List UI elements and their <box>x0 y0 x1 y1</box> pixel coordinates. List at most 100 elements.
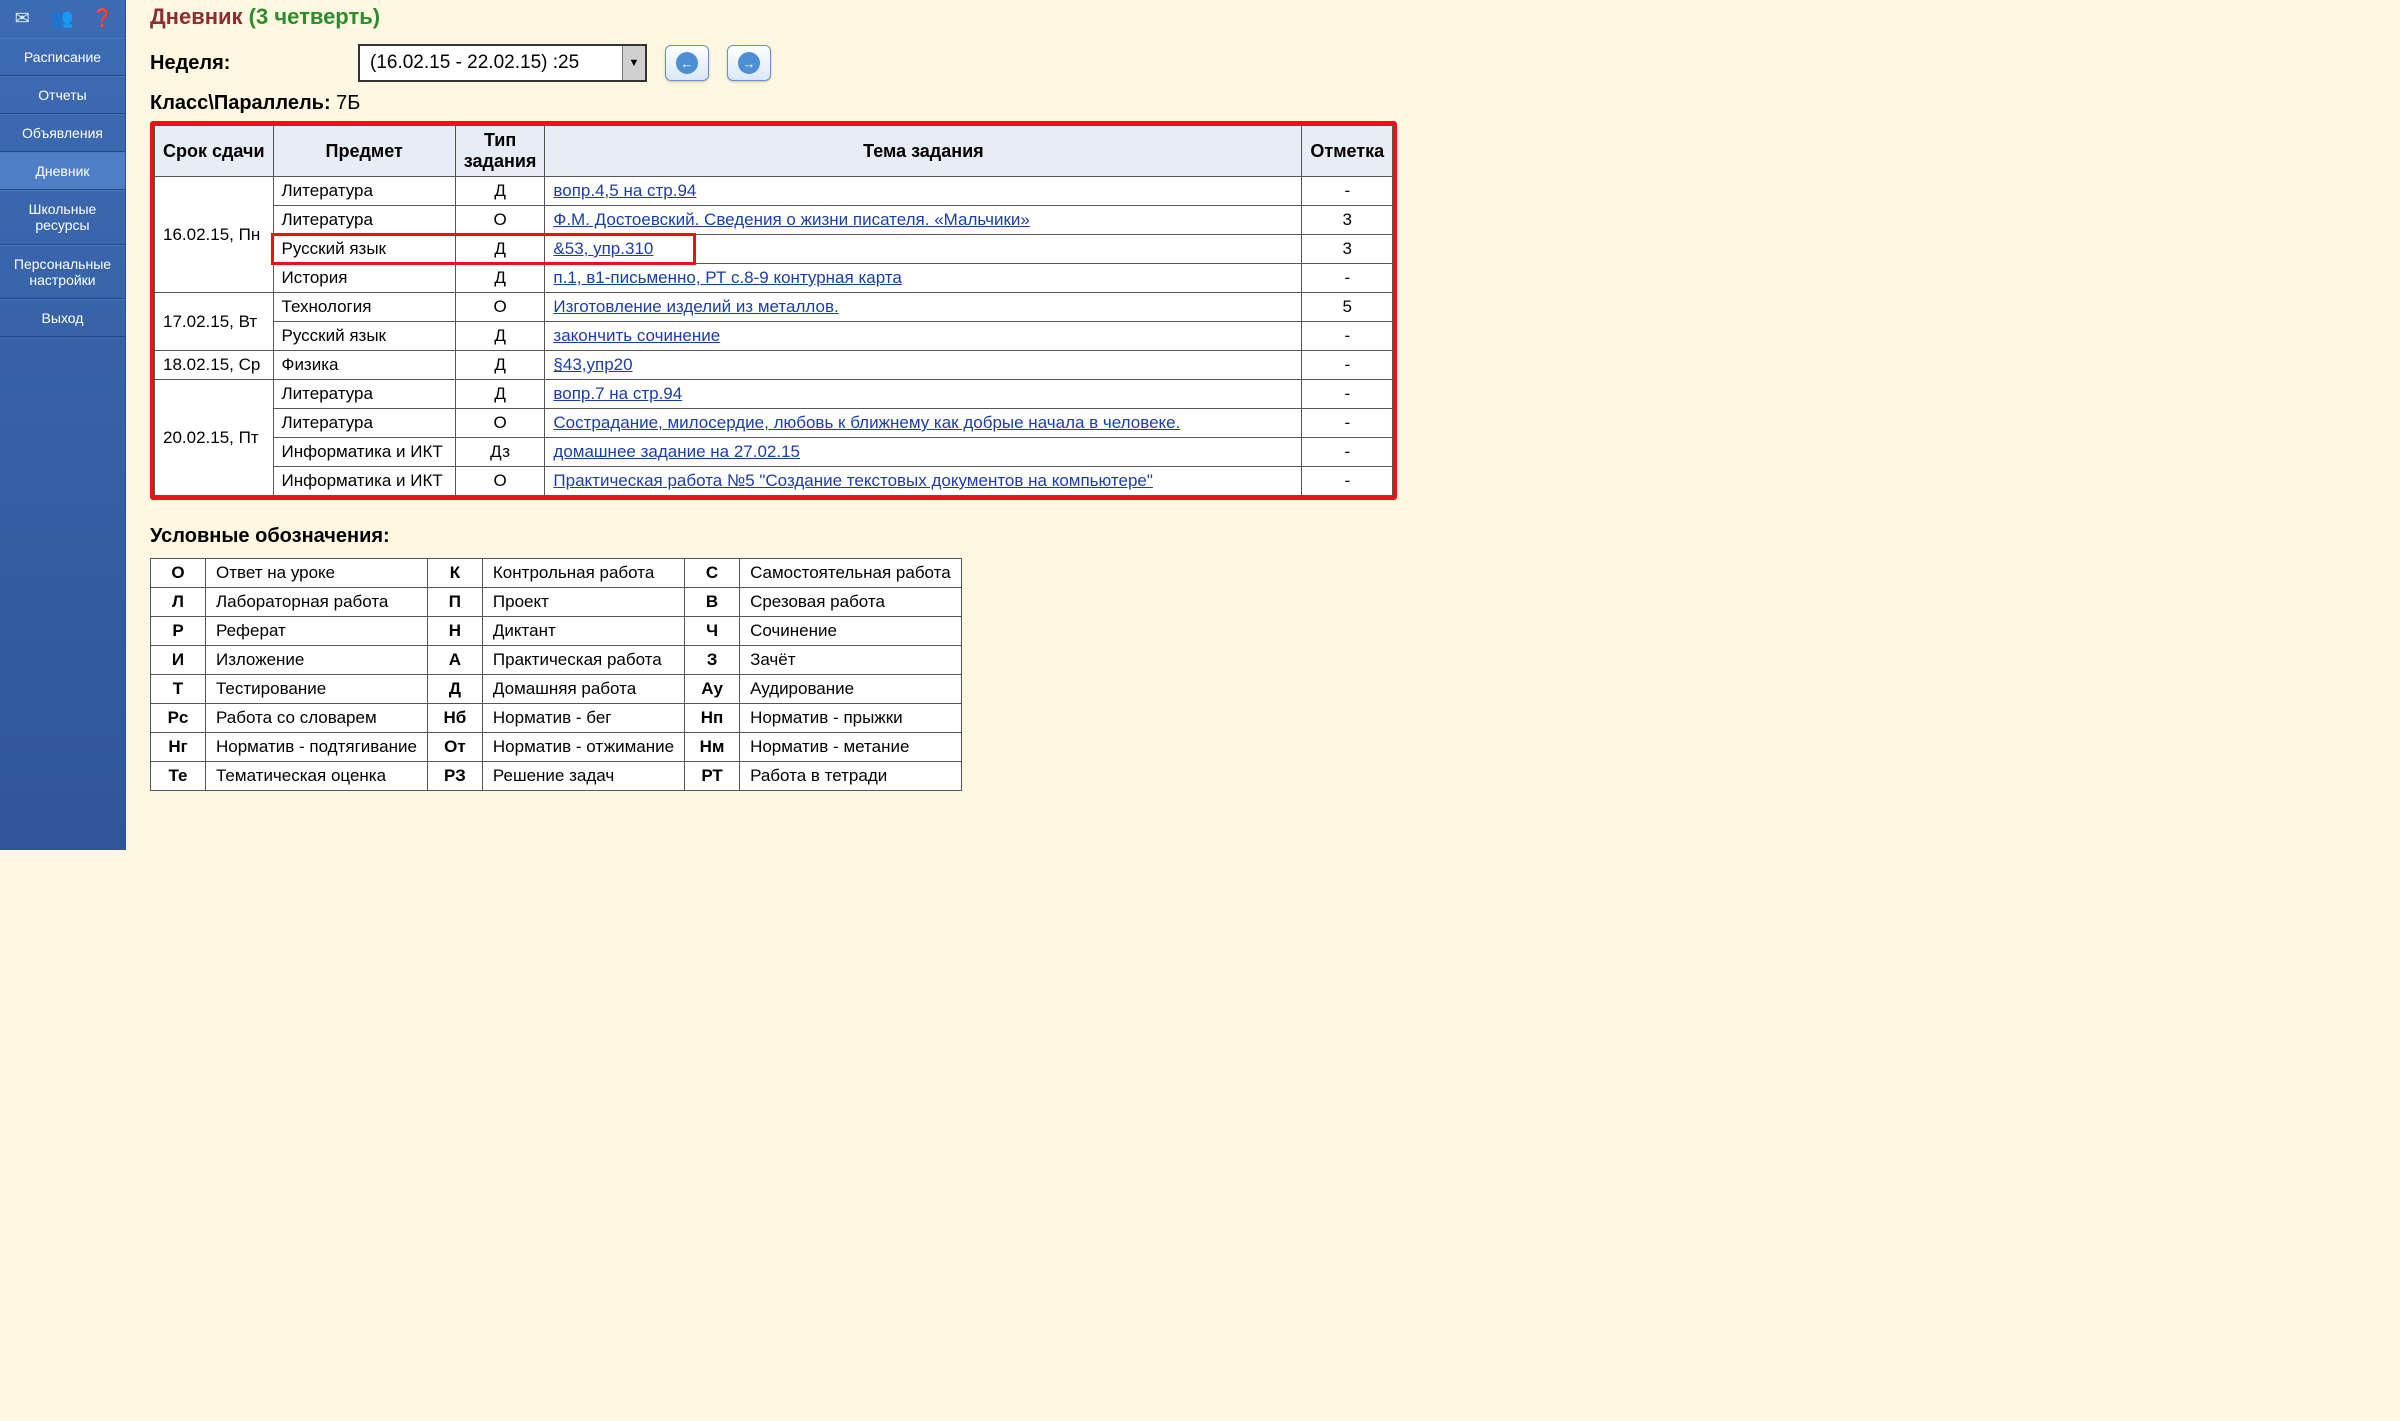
legend-row: ИИзложениеАПрактическая работаЗЗачёт <box>151 646 962 675</box>
table-row: Русский языкД&53, упр.310 3 <box>155 235 1393 264</box>
table-row: Информатика и ИКТДздомашнее задание на 2… <box>155 438 1393 467</box>
mark-cell: 3 <box>1302 235 1393 264</box>
legend-code: В <box>685 588 740 617</box>
type-cell: Д <box>455 235 545 264</box>
table-row: 17.02.15, ВтТехнологияОИзготовление изде… <box>155 293 1393 322</box>
date-cell: 20.02.15, Пт <box>155 380 274 496</box>
topic-link[interactable]: Практическая работа №5 "Создание текстов… <box>553 471 1153 490</box>
table-row: Информатика и ИКТОПрактическая работа №5… <box>155 467 1393 496</box>
legend-row: НгНорматив - подтягиваниеОтНорматив - от… <box>151 733 962 762</box>
sidebar-item-6[interactable]: Выход <box>0 299 125 337</box>
topic-link[interactable]: домашнее задание на 27.02.15 <box>553 442 800 461</box>
legend-code: К <box>427 559 482 588</box>
topic-link[interactable]: Сострадание, милосердие, любовь к ближне… <box>553 413 1180 432</box>
table-row: 20.02.15, ПтЛитератураДвопр.7 на стр.94- <box>155 380 1393 409</box>
help-icon[interactable]: ❓ <box>89 4 117 32</box>
topic-link[interactable]: вопр.7 на стр.94 <box>553 384 682 403</box>
legend-text: Домашняя работа <box>482 675 684 704</box>
subject-cell: История <box>273 264 455 293</box>
sidebar-item-4[interactable]: Школьные ресурсы <box>0 190 125 244</box>
legend-code: Ч <box>685 617 740 646</box>
topic-cell: вопр.4,5 на стр.94 <box>545 177 1302 206</box>
page-title: Дневник (3 четверть) <box>150 4 2386 30</box>
sidebar-item-1[interactable]: Отчеты <box>0 76 125 114</box>
topic-link[interactable]: §43,упр20 <box>553 355 632 374</box>
legend-row: ТеТематическая оценкаРЗРешение задачРТРа… <box>151 762 962 791</box>
topic-cell: Сострадание, милосердие, любовь к ближне… <box>545 409 1302 438</box>
topic-link[interactable]: &53, упр.310 <box>553 239 653 258</box>
topic-link[interactable]: Изготовление изделий из металлов. <box>553 297 838 316</box>
table-row: ИсторияДп.1, в1-письменно, РТ с.8-9 конт… <box>155 264 1393 293</box>
mail-icon[interactable]: ✉ <box>8 4 36 32</box>
sidebar-item-3[interactable]: Дневник <box>0 152 125 190</box>
table-row: ЛитератураОФ.М. Достоевский. Сведения о … <box>155 206 1393 235</box>
legend-code: Т <box>151 675 206 704</box>
legend-text: Лабораторная работа <box>206 588 428 617</box>
legend-text: Сочинение <box>740 617 962 646</box>
type-cell: Д <box>455 351 545 380</box>
legend-code: З <box>685 646 740 675</box>
assign-col-2: Тип задания <box>455 126 545 177</box>
topic-cell: &53, упр.310 <box>545 235 1302 264</box>
mark-cell: - <box>1302 467 1393 496</box>
legend-code: Нм <box>685 733 740 762</box>
legend-code: Л <box>151 588 206 617</box>
page-title-term: (3 четверть) <box>249 4 380 29</box>
legend-text: Практическая работа <box>482 646 684 675</box>
class-line: Класс\Параллель: 7Б <box>150 92 2386 115</box>
sidebar-item-2[interactable]: Объявления <box>0 114 125 152</box>
topic-cell: закончить сочинение <box>545 322 1302 351</box>
assignments-table: Срок сдачиПредметТип заданияТема задания… <box>154 125 1393 496</box>
legend-title: Условные обозначения: <box>150 525 2386 548</box>
legend-text: Тестирование <box>206 675 428 704</box>
date-cell: 16.02.15, Пн <box>155 177 274 293</box>
topic-cell: Ф.М. Достоевский. Сведения о жизни писат… <box>545 206 1302 235</box>
subject-cell: Русский язык <box>273 235 455 264</box>
sidebar: ✉ 👥 ❓ РасписаниеОтчетыОбъявленияДневникШ… <box>0 0 126 850</box>
topic-cell: вопр.7 на стр.94 <box>545 380 1302 409</box>
topic-cell: Практическая работа №5 "Создание текстов… <box>545 467 1302 496</box>
mark-cell: - <box>1302 351 1393 380</box>
prev-week-button[interactable]: ← <box>665 45 709 81</box>
users-icon[interactable]: 👥 <box>48 4 76 32</box>
legend-text: Ответ на уроке <box>206 559 428 588</box>
legend-row: ТТестированиеДДомашняя работаАуАудирован… <box>151 675 962 704</box>
topic-link[interactable]: закончить сочинение <box>553 326 720 345</box>
date-cell: 17.02.15, Вт <box>155 293 274 351</box>
legend-code: А <box>427 646 482 675</box>
legend-code: О <box>151 559 206 588</box>
topic-link[interactable]: Ф.М. Достоевский. Сведения о жизни писат… <box>553 210 1029 229</box>
legend-text: Проект <box>482 588 684 617</box>
legend-text: Норматив - бег <box>482 704 684 733</box>
sidebar-item-5[interactable]: Персональные настройки <box>0 245 125 299</box>
topic-cell: §43,упр20 <box>545 351 1302 380</box>
chevron-down-icon[interactable]: ▼ <box>622 46 645 80</box>
legend-code: РТ <box>685 762 740 791</box>
class-value: 7Б <box>336 92 360 114</box>
table-row: 16.02.15, ПнЛитератураДвопр.4,5 на стр.9… <box>155 177 1393 206</box>
subject-cell: Физика <box>273 351 455 380</box>
next-week-button[interactable]: → <box>727 45 771 81</box>
sidebar-item-0[interactable]: Расписание <box>0 38 125 76</box>
legend-code: С <box>685 559 740 588</box>
sidebar-icons: ✉ 👥 ❓ <box>0 0 125 38</box>
week-label: Неделя: <box>150 52 340 75</box>
arrow-left-icon: ← <box>676 52 698 74</box>
class-label: Класс\Параллель: <box>150 92 331 114</box>
mark-cell: - <box>1302 322 1393 351</box>
mark-cell: - <box>1302 380 1393 409</box>
legend-table: ООтвет на урокеККонтрольная работаССамос… <box>150 558 962 791</box>
mark-cell: 3 <box>1302 206 1393 235</box>
type-cell: Д <box>455 264 545 293</box>
assign-col-4: Отметка <box>1302 126 1393 177</box>
legend-text: Самостоятельная работа <box>740 559 962 588</box>
legend-code: И <box>151 646 206 675</box>
legend-code: От <box>427 733 482 762</box>
topic-link[interactable]: вопр.4,5 на стр.94 <box>553 181 696 200</box>
assign-col-3: Тема задания <box>545 126 1302 177</box>
legend-text: Срезовая работа <box>740 588 962 617</box>
legend-row: РРефератНДиктантЧСочинение <box>151 617 962 646</box>
week-select[interactable]: (16.02.15 - 22.02.15) :25 ▼ <box>358 44 647 82</box>
type-cell: О <box>455 206 545 235</box>
topic-link[interactable]: п.1, в1-письменно, РТ с.8-9 контурная ка… <box>553 268 901 287</box>
